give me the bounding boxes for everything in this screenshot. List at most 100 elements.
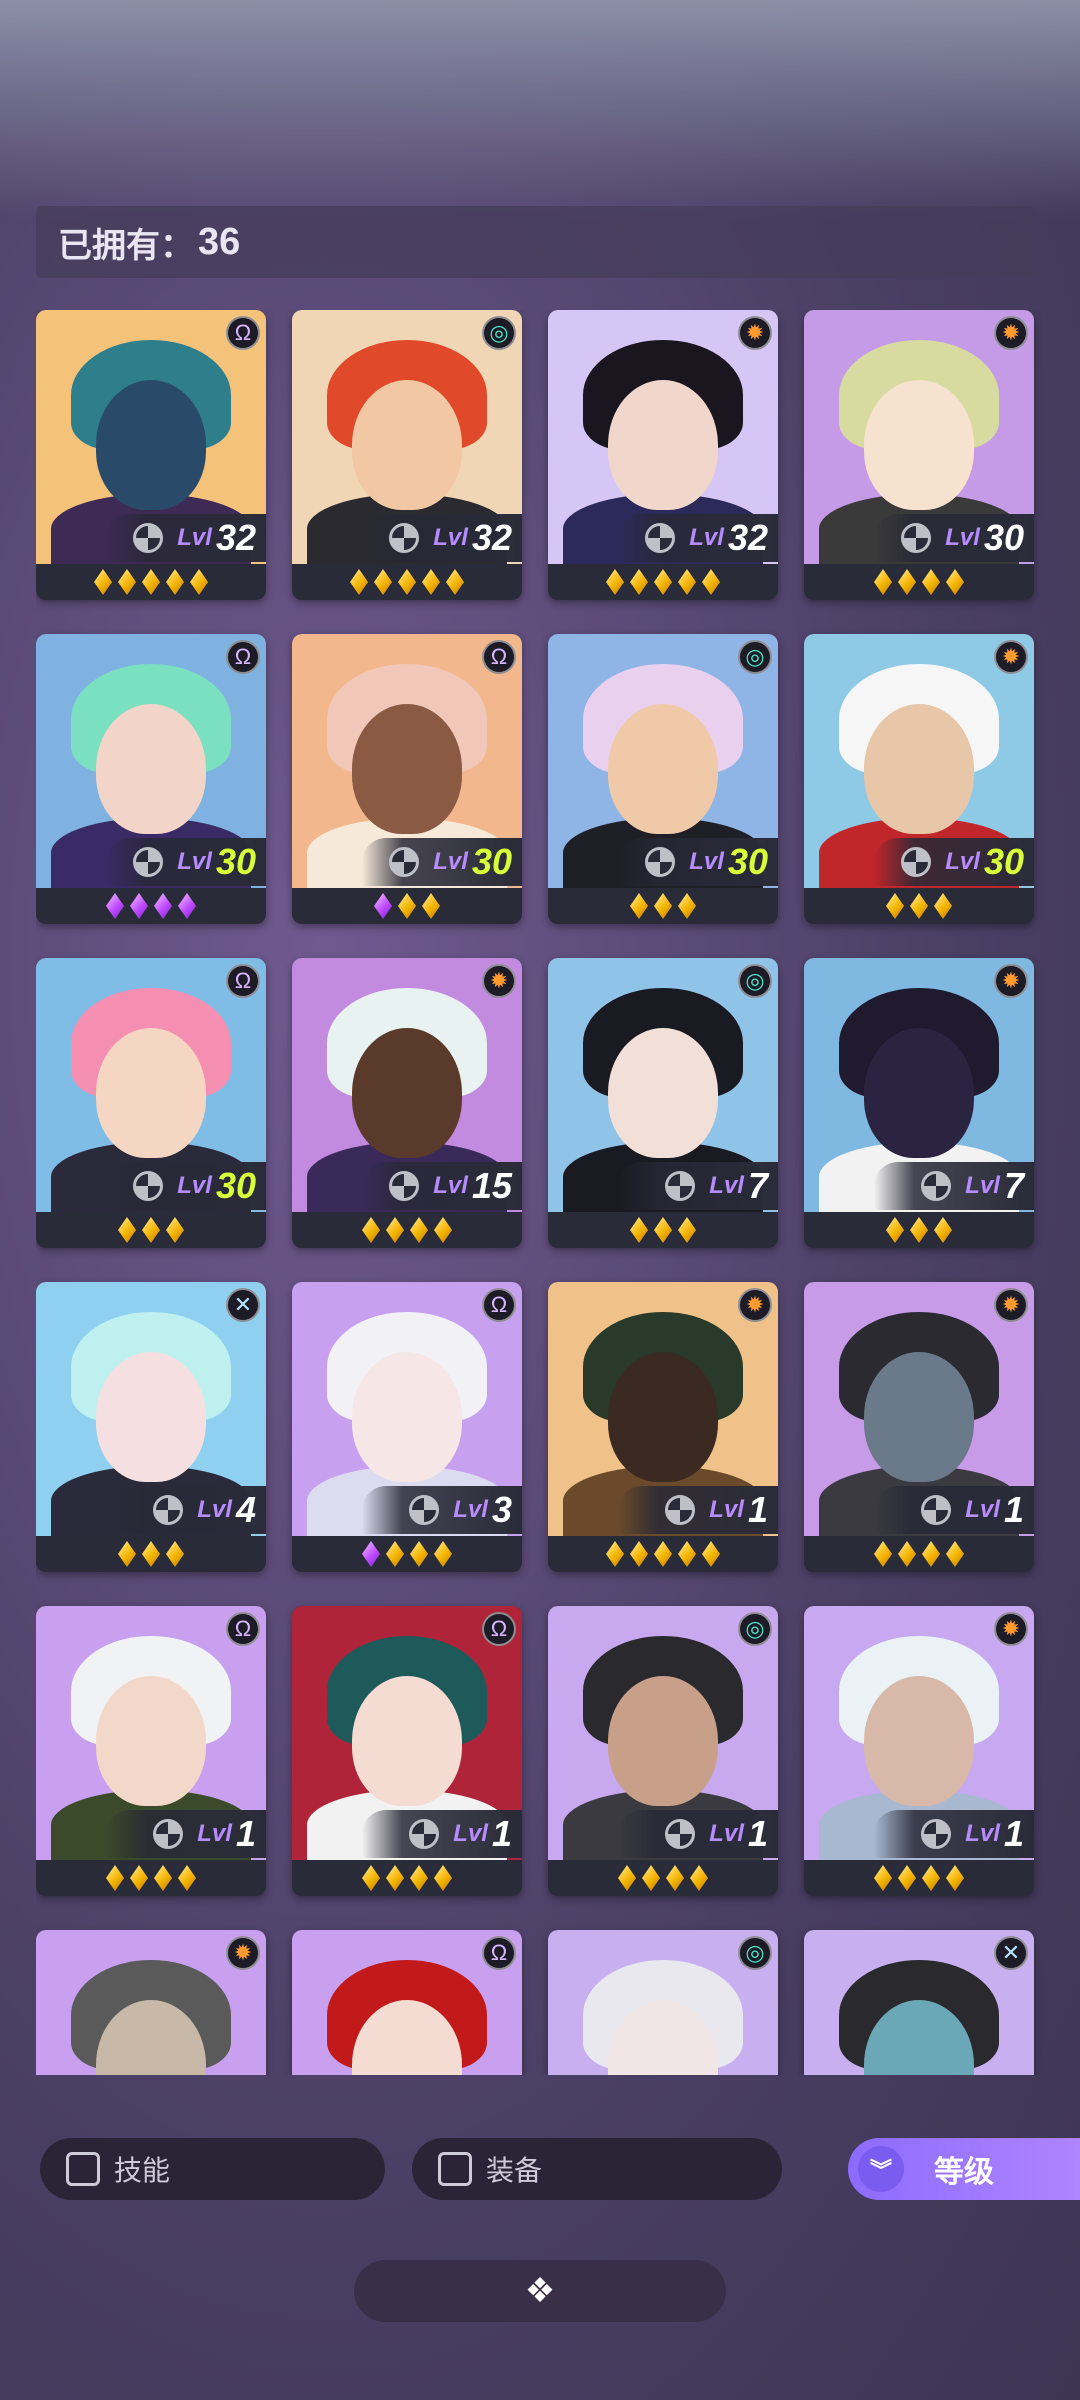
level-number: 30: [471, 841, 512, 882]
gold-star-gem-icon: [410, 1865, 428, 1891]
hero-card[interactable]: ✹ Lvl 1: [804, 1606, 1034, 1896]
gold-star-gem-icon: [678, 1541, 696, 1567]
gold-star-gem-icon: [702, 1541, 720, 1567]
hero-card[interactable]: Ω Lvl 30: [292, 634, 522, 924]
level-strip: Lvl 30: [874, 514, 1034, 562]
star-rating: [36, 1212, 266, 1248]
owned-count: 36: [198, 220, 241, 263]
gold-star-gem-icon: [654, 569, 672, 595]
portrait-face: [352, 1352, 462, 1482]
star-rating: [292, 564, 522, 600]
cooldown-icon: [133, 523, 164, 553]
level-strip: Lvl 4: [106, 1486, 266, 1534]
star-rating: [36, 1536, 266, 1572]
level-number: 1: [747, 1489, 768, 1530]
gold-star-gem-icon: [946, 569, 964, 595]
gold-star-gem-icon: [178, 1865, 196, 1891]
portrait-face: [864, 380, 974, 510]
hero-grid-viewport[interactable]: Ω Lvl 32 ◎ Lvl 32 ✹ Lvl 32 ✹ Lvl 30 Ω Lvl 30 Ω Lvl 30 ◎ Lvl…: [36, 310, 1046, 2075]
portrait-face: [96, 1676, 206, 1806]
hero-card[interactable]: ✹ Lvl 1: [548, 1282, 778, 1572]
level-word: Lvl: [965, 1820, 1000, 1847]
skill-filter-toggle[interactable]: 技能: [40, 2138, 385, 2200]
hero-card[interactable]: ✹ Lvl 30: [804, 310, 1034, 600]
gold-star-gem-icon: [910, 893, 928, 919]
gold-star-gem-icon: [898, 1865, 916, 1891]
hero-card[interactable]: Ω Lvl 32: [36, 310, 266, 600]
portrait-face: [608, 380, 718, 510]
star-rating: [548, 888, 778, 924]
cooldown-icon: [409, 1495, 440, 1525]
portrait-face: [864, 1028, 974, 1158]
level-word: Lvl: [689, 524, 724, 551]
sort-by-level-button[interactable]: ︾ 等级: [848, 2138, 1080, 2200]
portrait-face: [608, 1676, 718, 1806]
hero-card[interactable]: ◎ Lvl 7: [548, 958, 778, 1248]
level-word: Lvl: [177, 848, 212, 875]
hero-card[interactable]: ◎ Lvl 1: [548, 1606, 778, 1896]
gold-star-gem-icon: [666, 1865, 684, 1891]
level-word: Lvl: [453, 1496, 488, 1523]
hero-card[interactable]: ✕: [804, 1930, 1034, 2075]
equip-filter-toggle[interactable]: 装备: [412, 2138, 782, 2200]
portrait-face: [864, 1676, 974, 1806]
hero-card[interactable]: ✹: [36, 1930, 266, 2075]
owned-label: 已拥有：: [58, 226, 194, 265]
level-strip: Lvl 3: [362, 1486, 522, 1534]
gold-star-gem-icon: [118, 1217, 136, 1243]
gold-star-gem-icon: [934, 893, 952, 919]
portrait-face: [608, 1352, 718, 1482]
level-word: Lvl: [433, 524, 468, 551]
level-word: Lvl: [965, 1496, 1000, 1523]
checkbox-icon: [66, 2152, 100, 2186]
gold-star-gem-icon: [166, 1217, 184, 1243]
star-rating: [292, 1212, 522, 1248]
gold-star-gem-icon: [434, 1865, 452, 1891]
hero-card[interactable]: ◎: [548, 1930, 778, 2075]
sort-label: 等级: [934, 2156, 994, 2189]
level-number: 1: [1003, 1813, 1024, 1854]
level-number: 30: [727, 841, 768, 882]
hero-card[interactable]: ◎ Lvl 32: [292, 310, 522, 600]
purple-star-gem-icon: [154, 893, 172, 919]
level-strip: Lvl 1: [618, 1810, 778, 1858]
level-number: 32: [471, 517, 512, 558]
hero-card[interactable]: Ω Lvl 30: [36, 958, 266, 1248]
level-strip: Lvl 32: [618, 514, 778, 562]
hero-card[interactable]: Ω: [292, 1930, 522, 2075]
level-strip: Lvl 1: [618, 1486, 778, 1534]
hero-card[interactable]: Ω Lvl 1: [36, 1606, 266, 1896]
psychic-element-icon: Ω: [226, 640, 260, 674]
portrait-face: [96, 1028, 206, 1158]
star-rating: [804, 888, 1034, 924]
gold-star-gem-icon: [142, 569, 160, 595]
level-word: Lvl: [965, 1172, 1000, 1199]
hero-card[interactable]: Ω Lvl 1: [292, 1606, 522, 1896]
expand-panel-button[interactable]: ❖: [354, 2260, 726, 2322]
solar-element-icon: ✹: [738, 1288, 772, 1322]
level-strip: Lvl 1: [106, 1810, 266, 1858]
wind-element-icon: ◎: [482, 316, 516, 350]
level-word: Lvl: [689, 848, 724, 875]
hero-card[interactable]: ✹ Lvl 1: [804, 1282, 1034, 1572]
level-word: Lvl: [197, 1820, 232, 1847]
hero-card[interactable]: ✹ Lvl 32: [548, 310, 778, 600]
gold-star-gem-icon: [934, 1217, 952, 1243]
cooldown-icon: [921, 1819, 952, 1849]
gold-star-gem-icon: [446, 569, 464, 595]
hero-card[interactable]: Ω Lvl 30: [36, 634, 266, 924]
portrait-face: [352, 1028, 462, 1158]
hero-card[interactable]: Ω Lvl 3: [292, 1282, 522, 1572]
gold-star-gem-icon: [898, 1541, 916, 1567]
gold-star-gem-icon: [142, 1217, 160, 1243]
hero-card[interactable]: ◎ Lvl 30: [548, 634, 778, 924]
owned-count-bar: 已拥有： 36: [36, 206, 1036, 278]
hero-card[interactable]: ✹ Lvl 7: [804, 958, 1034, 1248]
hero-card[interactable]: ✹ Lvl 30: [804, 634, 1034, 924]
hero-card[interactable]: ✹ Lvl 15: [292, 958, 522, 1248]
gold-star-gem-icon: [922, 569, 940, 595]
gold-star-gem-icon: [606, 569, 624, 595]
hero-card[interactable]: ✕ Lvl 4: [36, 1282, 266, 1572]
portrait-face: [96, 704, 206, 834]
cooldown-icon: [921, 1495, 952, 1525]
